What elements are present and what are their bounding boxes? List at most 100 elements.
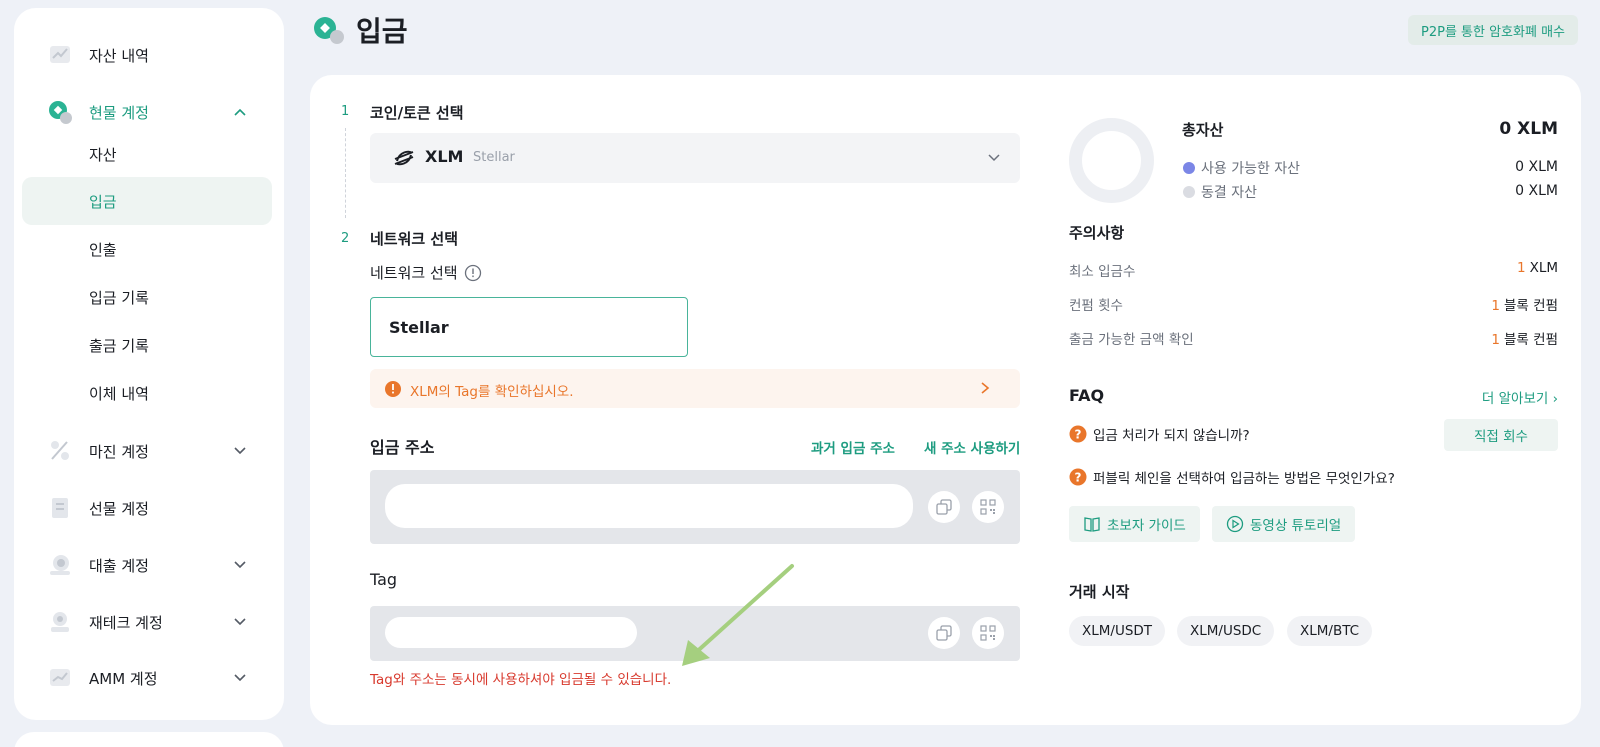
qr-code-icon: [980, 499, 996, 515]
sidebar-subitem-label: 입금: [89, 192, 117, 211]
frozen-assets-value: 0 XLM: [1515, 183, 1558, 199]
faq-item[interactable]: ? 퍼블릭 체인을 선택하여 입금하는 방법은 무엇인가요?: [1069, 467, 1395, 487]
svg-text:?: ?: [1075, 471, 1082, 485]
chevron-up-icon: [234, 108, 246, 116]
video-label: 동영상 튜토리얼: [1250, 518, 1342, 534]
sidebar-subitem-withdraw[interactable]: 인출: [22, 225, 272, 273]
faq-title: FAQ: [1069, 386, 1105, 405]
sidebar-item-asset-history[interactable]: 자산 내역: [14, 31, 284, 79]
tag-qr-button[interactable]: [972, 617, 1004, 649]
margin-icon: [51, 441, 69, 460]
tag-required-warning: Tag와 주소는 동시에 사용하셔야 입금될 수 있습니다.: [370, 672, 672, 688]
coin-select[interactable]: XLM Stellar: [370, 133, 1020, 183]
spot-account-icon: [49, 101, 72, 124]
faq-question: 입금 처리가 되지 않습니까?: [1093, 428, 1250, 444]
sidebar-item-spot-account[interactable]: 현물 계정: [14, 88, 284, 136]
deposit-icon: [314, 17, 344, 44]
note-label: 최소 입금수: [1069, 264, 1136, 280]
note-highlight: 1: [1491, 298, 1501, 314]
note-highlight: 1: [1516, 260, 1526, 276]
step-title: 네트워크 선택: [370, 230, 459, 248]
faq-learn-more-link[interactable]: 더 알아보기 ›: [1482, 387, 1558, 407]
trading-pair-chip[interactable]: XLM/USDT: [1069, 616, 1166, 646]
sidebar-subitem-label: 인출: [89, 240, 117, 259]
copy-icon: [936, 625, 952, 641]
sidebar-subitem-assets[interactable]: 자산: [22, 130, 272, 178]
total-assets-label: 총자산: [1182, 121, 1224, 139]
sidebar-item-label: 선물 계정: [89, 499, 149, 518]
sidebar-subitem-deposit[interactable]: 입금: [22, 177, 272, 225]
note-value: 1 블록 컨펌: [1491, 328, 1558, 348]
frozen-assets-legend: 동결 자산: [1183, 182, 1257, 202]
qr-code-icon: [980, 625, 996, 641]
sidebar-item-loan-account[interactable]: 대출 계정: [14, 541, 284, 589]
earn-icon: [51, 612, 69, 632]
notes-title: 주의사항: [1069, 224, 1125, 242]
sidebar-item-margin-account[interactable]: 마진 계정: [14, 427, 284, 475]
chevron-down-icon: [234, 618, 246, 626]
coin-symbol: XLM: [425, 147, 464, 166]
step-connector: [345, 128, 346, 218]
sidebar-subitem-label: 출금 기록: [89, 336, 149, 355]
video-tutorial-button[interactable]: 동영상 튜토리얼: [1212, 506, 1356, 542]
amm-icon: [50, 669, 70, 686]
self-recover-button[interactable]: 직접 회수: [1444, 419, 1558, 451]
sidebar-item-label: 현물 계정: [89, 103, 149, 122]
faq-item[interactable]: ? 입금 처리가 되지 않습니까?: [1069, 424, 1250, 444]
chevron-down-icon: [234, 561, 246, 569]
legend-dot: [1183, 162, 1195, 174]
sidebar-item-earn-account[interactable]: 재테크 계정: [14, 598, 284, 646]
sidebar-subitem-transfer-history[interactable]: 이체 내역: [22, 369, 272, 417]
sidebar-subitem-withdraw-history[interactable]: 출금 기록: [22, 321, 272, 369]
sidebar-item-label: 마진 계정: [89, 442, 149, 461]
note-label: 컨펌 횟수: [1069, 298, 1123, 314]
tag-value-masked: [385, 617, 637, 648]
coin-name: Stellar: [473, 150, 515, 165]
network-option-stellar[interactable]: Stellar: [370, 297, 688, 357]
question-icon: ?: [1069, 468, 1087, 486]
info-icon[interactable]: [464, 264, 482, 282]
note-label: 출금 가능한 금액 확인: [1069, 332, 1194, 348]
tag-warning-banner[interactable]: XLM의 Tag를 확인하십시오.: [370, 369, 1020, 408]
trading-pair-chip[interactable]: XLM/USDC: [1177, 616, 1275, 646]
deposit-address-field: [370, 470, 1020, 544]
legend-label: 동결 자산: [1201, 185, 1257, 201]
step-number: 2: [341, 231, 350, 246]
total-assets-value: 0 XLM: [1499, 119, 1558, 139]
guide-label: 초보자 가이드: [1107, 518, 1186, 534]
available-assets-legend: 사용 가능한 자산: [1183, 158, 1300, 178]
step-title: 코인/토큰 선택: [370, 104, 464, 122]
new-address-link[interactable]: 새 주소 사용하기: [924, 437, 1020, 457]
note-value: 1 XLM: [1517, 260, 1558, 276]
sidebar-item-label: 재테크 계정: [89, 613, 163, 632]
past-deposit-address-link[interactable]: 과거 입금 주소: [811, 437, 895, 457]
step-number: 1: [341, 104, 350, 119]
copy-icon: [936, 499, 952, 515]
address-qr-button[interactable]: [972, 491, 1004, 523]
note-value: 1 블록 컨펌: [1491, 294, 1558, 314]
sidebar-subitem-label: 자산: [89, 145, 117, 164]
sidebar-item-amm-account[interactable]: AMM 계정: [14, 654, 284, 702]
sidebar-item-label: AMM 계정: [89, 669, 158, 688]
sidebar-subitem-label: 입금 기록: [89, 288, 149, 307]
sidebar-subitem-deposit-history[interactable]: 입금 기록: [22, 273, 272, 321]
svg-text:?: ?: [1075, 428, 1082, 442]
beginner-guide-button[interactable]: 초보자 가이드: [1069, 506, 1200, 542]
available-assets-value: 0 XLM: [1515, 159, 1558, 175]
address-value-masked: [385, 484, 913, 528]
start-trading-title: 거래 시작: [1069, 583, 1130, 601]
legend-dot: [1183, 186, 1195, 198]
copy-tag-button[interactable]: [928, 617, 960, 649]
tag-title: Tag: [370, 570, 398, 589]
warning-icon: [385, 381, 401, 397]
network-option-label: Stellar: [389, 318, 449, 337]
trading-pair-chip[interactable]: XLM/BTC: [1287, 616, 1373, 646]
book-icon: [1084, 517, 1100, 532]
chevron-right-icon: [981, 382, 990, 394]
sidebar-item-futures-account[interactable]: 선물 계정: [14, 484, 284, 532]
copy-address-button[interactable]: [928, 491, 960, 523]
play-icon: [1226, 515, 1244, 533]
chevron-down-icon: [988, 154, 1000, 162]
p2p-buy-button[interactable]: P2P를 통한 암호화폐 매수: [1408, 15, 1578, 45]
note-unit: 블록 컨펌: [1504, 298, 1558, 314]
